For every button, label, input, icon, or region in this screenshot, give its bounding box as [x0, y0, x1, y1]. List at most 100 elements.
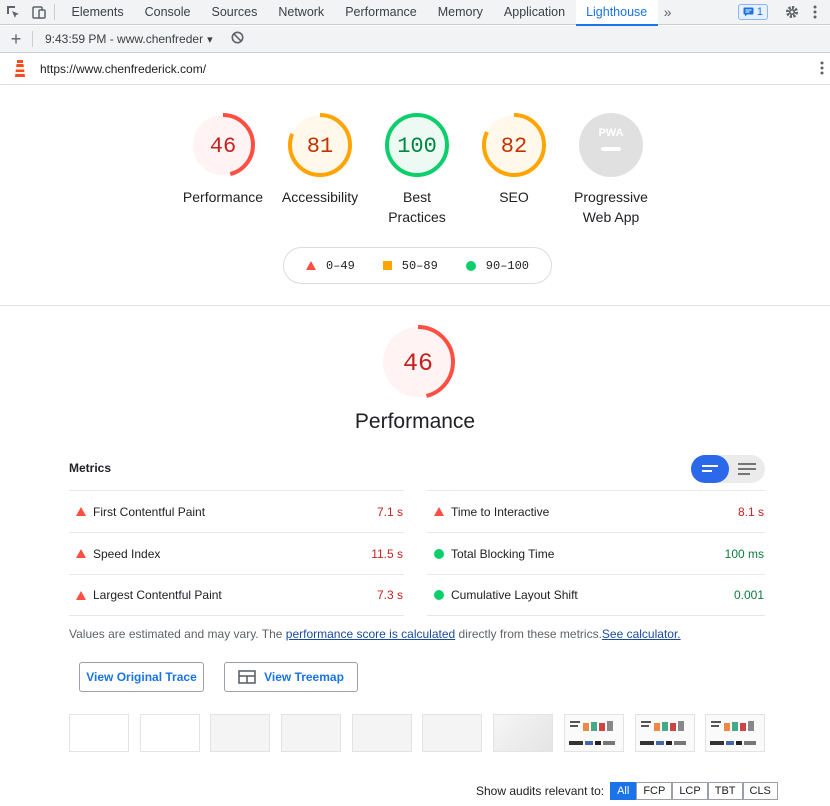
note-text: Values are estimated and may vary. The: [69, 627, 286, 641]
more-tabs-button[interactable]: »: [658, 4, 678, 20]
message-icon: [743, 7, 754, 17]
button-label: View Original Trace: [86, 670, 197, 684]
tab-memory[interactable]: Memory: [427, 0, 493, 25]
tab-console[interactable]: Console: [134, 0, 201, 25]
filmstrip-frame: [69, 714, 129, 752]
device-toolbar-icon[interactable]: [26, 0, 52, 25]
filmstrip-frame: [493, 714, 553, 752]
filmstrip-frame: [635, 714, 695, 752]
issues-count: 1: [756, 6, 763, 18]
filter-chip-all[interactable]: All: [610, 782, 637, 800]
legend-average-range: 50–89: [401, 258, 438, 273]
gauge-label: SEO: [499, 189, 529, 205]
metric-tti: Time to Interactive 8.1 s: [427, 490, 765, 532]
tab-network[interactable]: Network: [268, 0, 335, 25]
filmstrip: [69, 714, 765, 752]
seo-score: 82: [501, 134, 527, 159]
label-line: Best: [402, 189, 431, 205]
tab-performance[interactable]: Performance: [335, 0, 428, 25]
inspect-element-icon[interactable]: [0, 0, 26, 25]
metric-value: 7.3 s: [376, 588, 403, 602]
gauge-label: Best Practices: [362, 187, 472, 227]
settings-gear-icon[interactable]: [782, 5, 802, 19]
compact-view-icon[interactable]: [691, 455, 729, 483]
metric-speed-index: Speed Index 11.5 s: [69, 532, 404, 574]
legend-pass-range: 90–100: [485, 258, 530, 273]
accessibility-score: 81: [307, 134, 333, 159]
filter-chip-tbt[interactable]: TBT: [707, 782, 743, 800]
filmstrip-frame: [352, 714, 412, 752]
metric-value: 11.5 s: [371, 546, 403, 561]
audit-filter: Show audits relevant to: All FCP LCP TBT…: [476, 782, 778, 800]
metrics-view-toggle[interactable]: [691, 455, 765, 483]
pwa-badge-icon: PWA: [598, 127, 623, 139]
metric-name: First Contentful Paint: [93, 504, 206, 519]
fail-triangle-icon: [434, 507, 444, 516]
gauge-label: Progressive Web App: [556, 187, 666, 227]
label-line: Practices: [388, 209, 446, 225]
button-label: View Treemap: [264, 670, 344, 684]
metric-name: Total Blocking Time: [451, 546, 555, 561]
calculator-link[interactable]: See calculator.: [602, 627, 681, 641]
gauge-label: Performance: [182, 189, 264, 205]
new-report-button[interactable]: +: [0, 29, 32, 50]
performance-big-gauge: 46: [380, 324, 456, 405]
metric-cls: Cumulative Layout Shift 0.001: [427, 574, 765, 616]
metric-tbt: Total Blocking Time 100 ms: [427, 532, 765, 574]
filter-chip-fcp[interactable]: FCP: [636, 782, 673, 800]
filmstrip-frame: [140, 714, 200, 752]
legend-fail: 0–49: [305, 259, 355, 273]
filmstrip-frame: [422, 714, 482, 752]
label-line: Progressive: [574, 189, 648, 205]
treemap-icon: [238, 670, 256, 684]
view-original-trace-button[interactable]: View Original Trace: [79, 662, 204, 692]
devtools-tabbar: Elements Console Sources Network Perform…: [0, 0, 830, 26]
fail-triangle-icon: [76, 590, 86, 600]
gauge-accessibility[interactable]: 81 Accessibility: [265, 112, 375, 207]
report-menu-icon[interactable]: [820, 61, 824, 78]
issues-badge[interactable]: 1: [737, 4, 768, 20]
toolbar-separator: [54, 4, 55, 20]
label-line: Web App: [582, 209, 640, 225]
fail-triangle-icon: [76, 549, 86, 558]
pass-circle-icon: [434, 590, 444, 600]
legend-pass: 90–100: [465, 258, 530, 273]
lighthouse-logo-icon: [0, 60, 40, 78]
gauge-best-practices[interactable]: 100 Best Practices: [362, 112, 472, 227]
section-divider: [0, 305, 830, 306]
filmstrip-frame: [564, 714, 624, 752]
gauge-performance[interactable]: 46 Performance: [168, 112, 278, 207]
view-treemap-button[interactable]: View Treemap: [224, 662, 358, 692]
performance-title: Performance: [354, 410, 476, 433]
score-calculation-link[interactable]: performance score is calculated: [286, 627, 455, 641]
metric-name: Time to Interactive: [451, 504, 550, 519]
gauge-seo[interactable]: 82 SEO: [459, 112, 569, 207]
filter-chip-cls[interactable]: CLS: [742, 782, 778, 800]
clear-reports-icon[interactable]: [231, 31, 244, 47]
devtools-menu-icon[interactable]: [808, 5, 822, 19]
metric-value: 100 ms: [724, 546, 764, 561]
performance-big-score: 46: [403, 349, 433, 378]
expanded-view-icon[interactable]: [729, 455, 765, 483]
gauge-pwa[interactable]: PWA Progressive Web App: [556, 112, 666, 227]
performance-score: 46: [210, 134, 236, 159]
report-url-bar: https://www.chenfrederick.com/: [0, 54, 830, 85]
average-square-icon: [382, 261, 392, 270]
report-url: https://www.chenfrederick.com/: [40, 62, 207, 76]
tab-lighthouse[interactable]: Lighthouse: [575, 0, 658, 26]
report-time: 9:43:59 PM - www.chenfreder: [45, 32, 204, 46]
best-practices-score: 100: [397, 134, 437, 159]
tab-application[interactable]: Application: [493, 0, 575, 25]
filmstrip-frame: [705, 714, 765, 752]
dropdown-arrow-icon: ▾: [207, 33, 213, 46]
report-selector[interactable]: 9:43:59 PM - www.chenfreder ▾: [33, 32, 213, 46]
lighthouse-toolbar: + 9:43:59 PM - www.chenfreder ▾: [0, 26, 830, 53]
pass-circle-icon: [434, 548, 444, 559]
gauge-label: Accessibility: [281, 189, 359, 205]
tab-sources[interactable]: Sources: [201, 0, 268, 25]
filter-chip-lcp[interactable]: LCP: [672, 782, 708, 800]
metric-name: Speed Index: [93, 546, 161, 561]
tab-elements[interactable]: Elements: [61, 0, 134, 25]
metric-value: 0.001: [733, 588, 764, 602]
legend-average: 50–89: [382, 258, 438, 273]
